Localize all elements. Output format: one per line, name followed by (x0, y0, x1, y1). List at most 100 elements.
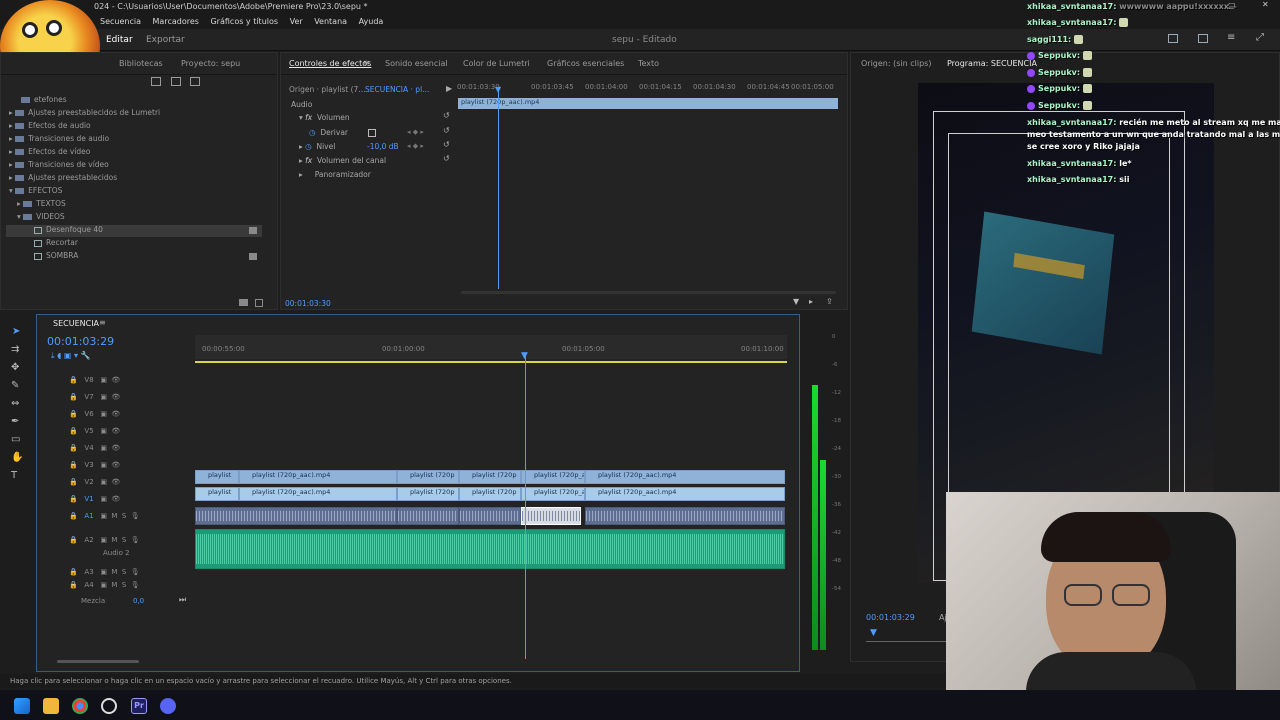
fullscreen-icon[interactable]: ⤢ (1256, 32, 1264, 43)
clip-v1[interactable]: playlist (720p (459, 487, 521, 501)
icon-view-icon[interactable] (171, 77, 181, 86)
filter-icon[interactable]: ▼ (793, 297, 799, 306)
mix-nav-icon[interactable]: ⏭ (179, 595, 186, 605)
reset-icon[interactable]: ↺ (443, 154, 450, 163)
effect-row-nivel[interactable]: ▸ ◷ Nivel (299, 142, 335, 151)
menu-ayuda[interactable]: Ayuda (359, 17, 384, 26)
chrome-icon[interactable] (72, 698, 88, 714)
list-item[interactable]: ▸ Efectos de vídeo (9, 147, 90, 156)
clip-v2[interactable]: playlist (720p_aac).mp4 (585, 470, 785, 484)
tab-graficos-esenciales[interactable]: Gráficos esenciales (547, 59, 624, 68)
list-item-selected[interactable]: Desenfoque 40 (6, 225, 262, 237)
tab-source-monitor[interactable]: Origen: (sin clips) (861, 59, 931, 68)
razor-tool-icon[interactable]: ✎ (11, 380, 19, 391)
list-item[interactable]: ▾ EFECTOS (9, 186, 62, 195)
list-item[interactable]: ▾ VIDEOS (17, 212, 65, 221)
slip-tool-icon[interactable]: ⇔ (11, 398, 19, 409)
tab-sequence[interactable]: SECUENCIA (53, 319, 99, 328)
effect-row-panoramizador[interactable]: ▸ Panoramizador (299, 170, 371, 179)
play-only-icon[interactable]: ▶ (446, 84, 452, 93)
tab-program-monitor[interactable]: Programa: SECUENCIA (947, 59, 1037, 68)
track-header-a4[interactable]: 🔒 A4 ▣ M S 🎙 (69, 580, 140, 589)
file-explorer-icon[interactable] (43, 698, 59, 714)
timeline-h-scrollbar[interactable] (57, 660, 139, 663)
effects-clip-bar[interactable]: playlist (720p_aac).mp4 (458, 98, 838, 109)
list-item[interactable]: etefones (21, 95, 67, 104)
list-view-icon[interactable] (151, 77, 161, 86)
clip-a1-selected[interactable] (521, 507, 581, 525)
track-header-v2[interactable]: 🔒 V2 ▣ 👁 (69, 477, 120, 486)
hand-tool-icon[interactable]: ✋ (11, 452, 23, 463)
track-header-v3[interactable]: 🔒 V3 ▣ 👁 (69, 460, 120, 469)
playhead-handle-icon[interactable]: ▼ (495, 85, 501, 94)
clip-a1[interactable] (459, 507, 521, 525)
type-tool-icon[interactable]: T (11, 470, 17, 481)
nivel-value[interactable]: -10,0 dB (367, 142, 399, 151)
discord-icon[interactable] (160, 698, 176, 714)
list-item[interactable]: SOMBRA (34, 251, 78, 260)
track-header-v1[interactable]: 🔒 V1 ▣ 👁 (69, 494, 120, 503)
menu-graficos[interactable]: Gráficos y títulos (210, 17, 278, 26)
clip-a1[interactable] (195, 507, 397, 525)
export-icon[interactable]: ⇪ (826, 297, 833, 306)
list-item[interactable]: ▸ Ajustes preestablecidos de Lumetri (9, 108, 160, 117)
windows-start-icon[interactable] (14, 698, 30, 714)
tab-texto[interactable]: Texto (638, 59, 659, 68)
tab-color-lumetri[interactable]: Color de Lumetri (463, 59, 530, 68)
menu-marcadores[interactable]: Marcadores (153, 17, 199, 26)
tab-sonido-esencial[interactable]: Sonido esencial (385, 59, 448, 68)
clip-v1[interactable]: playlist (720p (397, 487, 459, 501)
clip-v1[interactable]: playlist (720p_aac).mp4 (239, 487, 397, 501)
tab-proyecto[interactable]: Proyecto: sepu (181, 59, 240, 68)
menu-secuencia[interactable]: Secuencia (100, 17, 141, 26)
list-item[interactable]: ▸ Transiciones de vídeo (9, 160, 109, 169)
effects-scrollbar[interactable] (461, 291, 836, 294)
close-icon[interactable]: ✕ (1262, 0, 1269, 9)
effect-row-volumen[interactable]: ▾ fx Volumen (299, 113, 350, 122)
track-header-v5[interactable]: 🔒 V5 ▣ 👁 (69, 426, 120, 435)
effect-row-volumen-canal[interactable]: ▸ fx Volumen del canal (299, 156, 386, 165)
reset-icon[interactable]: ↺ (443, 140, 450, 149)
clip-v2[interactable]: playlist (720p_a (521, 470, 585, 484)
timeline-timecode[interactable]: 00:01:03:29 (47, 335, 114, 348)
clip-v1[interactable]: playlist (720p_a (521, 487, 585, 501)
tab-editar[interactable]: Editar (106, 35, 133, 45)
menu-ver[interactable]: Ver (290, 17, 303, 26)
new-bin-icon[interactable] (239, 299, 248, 306)
track-select-tool-icon[interactable]: ⇉ (11, 344, 19, 355)
track-header-v7[interactable]: 🔒 V7 ▣ 👁 (69, 392, 120, 401)
tab-controles-efectos[interactable]: Controles de efectos (289, 59, 371, 68)
list-item[interactable]: ▸ Transiciones de audio (9, 134, 109, 143)
mix-value[interactable]: 0,0 (133, 597, 144, 605)
share-icon[interactable] (1198, 34, 1208, 43)
trash-icon[interactable] (255, 299, 263, 307)
track-header-a2[interactable]: 🔒 A2 ▣ M S 🎙 (69, 535, 140, 544)
track-header-a1[interactable]: 🔒 A1 ▣ M S 🎙 (69, 511, 140, 520)
track-header-v4[interactable]: 🔒 V4 ▣ 👁 (69, 443, 120, 452)
track-header-v8[interactable]: 🔒 V8 ▣ 👁 (69, 375, 120, 384)
clip-a1[interactable] (585, 507, 785, 525)
ripple-edit-tool-icon[interactable]: ✥ (11, 362, 19, 373)
effect-row-derivar[interactable]: ◷ Derivar (309, 128, 348, 137)
source-label[interactable]: Origen · playlist (7... (289, 85, 365, 94)
panel-menu-icon[interactable]: ≡ (99, 318, 106, 327)
keyframe-nav-icon[interactable]: ◂ ◆ ▸ (407, 128, 424, 136)
effects-timecode[interactable]: 00:01:03:30 (285, 299, 331, 308)
sequence-label[interactable]: SECUENCIA · pl... (365, 85, 429, 94)
rectangle-tool-icon[interactable]: ▭ (11, 434, 20, 445)
list-item[interactable]: Recortar (34, 238, 78, 247)
menu-ventana[interactable]: Ventana (314, 17, 347, 26)
reset-icon[interactable]: ↺ (443, 126, 450, 135)
tab-bibliotecas[interactable]: Bibliotecas (119, 59, 163, 68)
effects-playhead[interactable] (498, 87, 499, 289)
pen-tool-icon[interactable]: ✒ (11, 416, 19, 427)
reset-icon[interactable]: ↺ (443, 111, 450, 120)
clip-v2[interactable]: playlist (720p_aac).mp4 (239, 470, 397, 484)
clip-a2[interactable] (195, 529, 785, 569)
clip-v2[interactable]: playlist (720p (397, 470, 459, 484)
effects-ruler[interactable]: 00:01:03:30 00:01:03:45 00:01:04:00 00:0… (457, 83, 839, 95)
program-timecode[interactable]: 00:01:03:29 (866, 613, 915, 622)
tab-exportar[interactable]: Exportar (146, 35, 185, 45)
play-icon[interactable]: ▸ (809, 297, 813, 306)
keyframe-nav-icon[interactable]: ◂ ◆ ▸ (407, 142, 424, 150)
